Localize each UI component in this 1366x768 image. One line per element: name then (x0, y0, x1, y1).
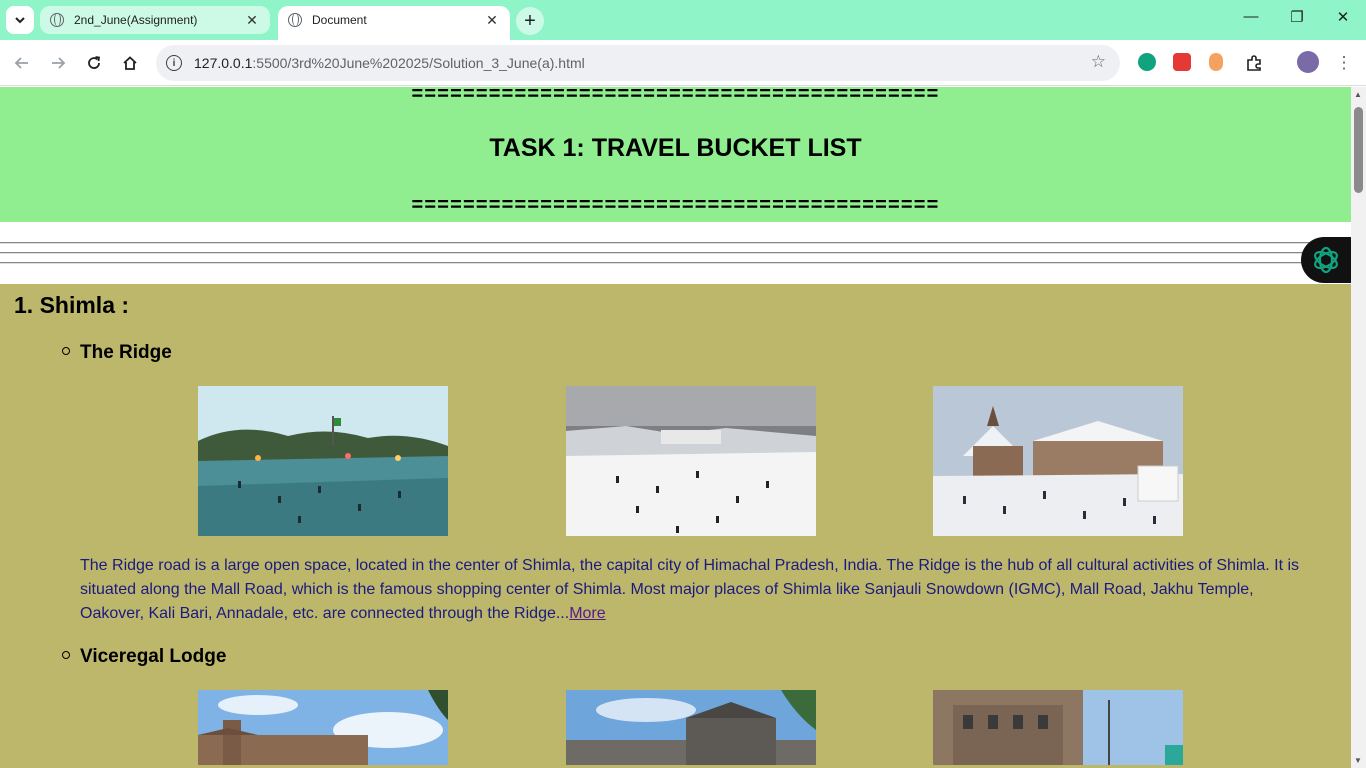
chatgpt-floating-button[interactable] (1301, 237, 1351, 283)
extensions-puzzle-icon[interactable] (1242, 51, 1266, 75)
minimize-icon[interactable]: — (1228, 8, 1274, 25)
close-window-icon[interactable]: ✕ (1320, 8, 1366, 26)
shimla-section: 1. Shimla : The Ridge The Ridge road is … (0, 284, 1351, 768)
todoist-extension-icon[interactable] (1173, 53, 1191, 71)
chatgpt-extension-icon[interactable] (1138, 53, 1156, 71)
header-divider-bottom: ========================================… (411, 194, 940, 216)
tab-search-button[interactable] (6, 6, 34, 34)
ridge-church-snow-photo (933, 386, 1183, 536)
header-divider-top: ========================================… (411, 87, 940, 105)
site-info-icon[interactable]: i (166, 55, 182, 71)
horizontal-rule (0, 262, 1351, 264)
bookmark-star-icon[interactable]: ☆ (1091, 52, 1106, 72)
place-title-ridge: The Ridge (62, 342, 172, 364)
browser-toolbar: i 127.0.0.1:5500/3rd%20June%202025/Solut… (0, 40, 1366, 86)
ridge-description: The Ridge road is a large open space, lo… (80, 557, 1300, 622)
scroll-down-icon[interactable]: ▼ (1354, 756, 1362, 765)
globe-icon (288, 13, 302, 27)
place-title-viceregal-lodge: Viceregal Lodge (62, 646, 226, 668)
back-icon[interactable] (10, 51, 34, 75)
tab-2nd-june[interactable]: 2nd_June(Assignment) ✕ (40, 6, 270, 34)
lodge-front-photo (198, 690, 448, 765)
more-link[interactable]: More (569, 605, 605, 622)
section-heading: 1. Shimla : (14, 292, 130, 318)
kebab-menu-icon[interactable]: ⋮ (1332, 51, 1356, 75)
new-tab-button[interactable]: + (516, 7, 544, 35)
restore-icon[interactable]: ❐ (1274, 8, 1320, 26)
address-bar[interactable]: i 127.0.0.1:5500/3rd%20June%202025/Solut… (156, 45, 1120, 81)
forward-icon[interactable] (46, 51, 70, 75)
circle-bullet-icon (62, 346, 70, 355)
chevron-down-icon (15, 17, 25, 24)
extension-icon[interactable] (1209, 53, 1223, 71)
profile-avatar[interactable] (1297, 51, 1319, 73)
close-tab-icon[interactable]: ✕ (244, 12, 260, 29)
globe-icon (50, 13, 64, 27)
scrollbar-thumb[interactable] (1354, 107, 1363, 193)
lodge-tower-photo (933, 690, 1183, 765)
tab-document[interactable]: Document ✕ (278, 6, 510, 40)
page-header: ========================================… (0, 87, 1351, 222)
scroll-up-icon[interactable]: ▲ (1354, 90, 1362, 99)
reload-icon[interactable] (82, 51, 106, 75)
tab-title: Document (312, 13, 367, 27)
page-viewport: ========================================… (0, 87, 1351, 768)
ridge-lights-photo (198, 386, 448, 536)
horizontal-rule (0, 242, 1351, 244)
close-tab-icon[interactable]: ✕ (484, 12, 500, 29)
home-icon[interactable] (118, 51, 142, 75)
page-title: TASK 1: TRAVEL BUCKET LIST (489, 134, 862, 162)
ridge-snow-crowd-photo (566, 386, 816, 536)
tab-strip: 2nd_June(Assignment) ✕ Document ✕ + — ❐ … (0, 0, 1366, 40)
tab-title: 2nd_June(Assignment) (74, 13, 198, 27)
url-text: 127.0.0.1:5500/3rd%20June%202025/Solutio… (194, 55, 585, 71)
chatgpt-logo-icon (1314, 246, 1338, 274)
horizontal-rule (0, 252, 1351, 254)
circle-bullet-icon (62, 650, 70, 659)
vertical-scrollbar[interactable]: ▲ ▼ (1351, 87, 1366, 768)
lodge-facade-photo (566, 690, 816, 765)
